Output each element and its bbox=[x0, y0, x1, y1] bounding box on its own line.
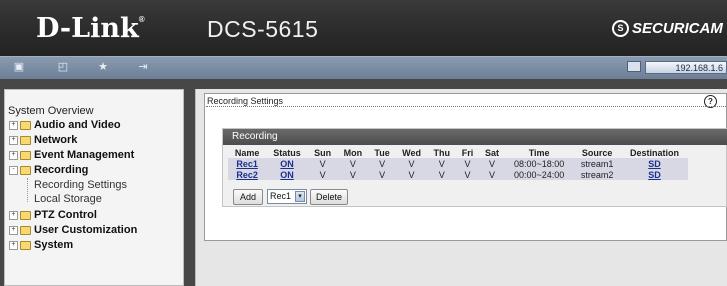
column-header: Destination bbox=[629, 148, 679, 158]
camera-icon[interactable]: ▣ bbox=[12, 61, 26, 73]
table-header-row: Name Status Sun Mon Tue Wed Thu Fri Sat … bbox=[228, 148, 688, 158]
recording-status-link[interactable]: ON bbox=[266, 169, 308, 180]
sidebar: System Overview + Audio and Video + Networ… bbox=[4, 89, 184, 286]
recording-box-title: Recording bbox=[232, 131, 278, 142]
table-cell: V bbox=[395, 169, 428, 180]
sidebar-item-network[interactable]: + Network bbox=[9, 134, 77, 146]
expand-icon[interactable]: + bbox=[9, 135, 18, 145]
table-cell: V bbox=[337, 158, 369, 169]
sidebar-item-ptz-control[interactable]: + PTZ Control bbox=[9, 209, 97, 221]
folder-icon bbox=[20, 120, 31, 130]
favorite-icon[interactable]: ★ bbox=[96, 61, 110, 73]
sidebar-item-user-customization[interactable]: + User Customization bbox=[9, 224, 137, 236]
expand-icon[interactable]: + bbox=[9, 150, 18, 160]
logout-icon[interactable]: ⇥ bbox=[136, 61, 150, 73]
column-header: Sun bbox=[314, 148, 332, 158]
table-cell: V bbox=[479, 158, 505, 169]
recording-box-header bbox=[223, 129, 727, 145]
recording-destination-link[interactable]: SD bbox=[620, 158, 688, 169]
add-button[interactable]: Add bbox=[233, 189, 263, 205]
collapse-icon[interactable]: - bbox=[9, 165, 18, 175]
sidebar-item-recording[interactable]: - Recording bbox=[9, 164, 88, 176]
folder-icon bbox=[20, 210, 31, 220]
column-header: Sat bbox=[484, 148, 499, 158]
column-header: Name bbox=[234, 148, 260, 158]
recording-select[interactable]: Rec1 ▾ bbox=[267, 189, 307, 204]
delete-button[interactable]: Delete bbox=[310, 189, 348, 205]
app-header: D-Link® DCS-5615 S SECURICAM bbox=[0, 0, 727, 56]
table-cell: V bbox=[427, 169, 457, 180]
table-cell: V bbox=[307, 158, 338, 169]
recording-status-link[interactable]: ON bbox=[266, 158, 308, 169]
securicam-logo: S SECURICAM bbox=[612, 20, 723, 37]
expand-icon[interactable]: + bbox=[9, 120, 18, 130]
table-cell: 08:00~18:00 bbox=[504, 158, 574, 169]
folder-icon bbox=[20, 135, 31, 145]
tree-connector bbox=[27, 178, 29, 202]
column-header: Time bbox=[528, 148, 550, 158]
table-cell: V bbox=[368, 158, 396, 169]
column-header: Status bbox=[273, 148, 301, 158]
recording-destination-link[interactable]: SD bbox=[620, 169, 688, 180]
recording-name-link[interactable]: Rec1 bbox=[228, 158, 267, 169]
sidebar-system-overview[interactable]: System Overview bbox=[8, 105, 94, 117]
sidebar-item-system[interactable]: + System bbox=[9, 239, 73, 251]
sidebar-item-audio-video[interactable]: + Audio and Video bbox=[9, 119, 121, 131]
chevron-down-icon[interactable]: ▾ bbox=[295, 191, 305, 202]
camera-model: DCS-5615 bbox=[207, 16, 319, 42]
open-folder-icon bbox=[20, 165, 31, 175]
table-cell: stream1 bbox=[573, 158, 621, 169]
column-header: Mon bbox=[343, 148, 363, 158]
playback-icon[interactable]: ◰ bbox=[56, 61, 70, 73]
table-cell: V bbox=[395, 158, 428, 169]
recording-table: Name Status Sun Mon Tue Wed Thu Fri Sat … bbox=[228, 148, 688, 180]
table-cell: V bbox=[456, 158, 480, 169]
folder-icon bbox=[20, 225, 31, 235]
expand-icon[interactable]: + bbox=[9, 240, 18, 250]
table-cell: 00:00~24:00 bbox=[504, 169, 574, 180]
expand-icon[interactable]: + bbox=[9, 225, 18, 235]
table-cell: stream2 bbox=[573, 169, 621, 180]
title-divider bbox=[206, 106, 726, 108]
column-header: Source bbox=[581, 148, 613, 158]
column-header: Thu bbox=[433, 148, 450, 158]
column-header: Wed bbox=[402, 148, 421, 158]
folder-icon bbox=[20, 150, 31, 160]
expand-icon[interactable]: + bbox=[9, 210, 18, 220]
sidebar-item-event-management[interactable]: + Event Management bbox=[9, 149, 134, 161]
sidebar-item-recording-settings[interactable]: Recording Settings bbox=[34, 179, 127, 191]
recording-name-link[interactable]: Rec2 bbox=[228, 169, 267, 180]
sidebar-item-local-storage[interactable]: Local Storage bbox=[34, 193, 102, 205]
table-row: Rec2 ON V V V V V V V 00:00~24:00 stream… bbox=[228, 169, 688, 180]
table-cell: V bbox=[368, 169, 396, 180]
panel-title: Recording Settings bbox=[207, 96, 284, 106]
table-cell: V bbox=[427, 158, 457, 169]
toolbar: ▣ ◰ ★ ⇥ 192.168.1.6 bbox=[0, 56, 727, 79]
ip-address: 192.168.1.6 bbox=[645, 61, 727, 74]
monitor-icon bbox=[627, 61, 641, 72]
column-header: Fri bbox=[461, 148, 474, 158]
table-row: Rec1 ON V V V V V V V 08:00~18:00 stream… bbox=[228, 158, 688, 169]
folder-icon bbox=[20, 240, 31, 250]
table-cell: V bbox=[307, 169, 338, 180]
dlink-logo: D-Link® bbox=[36, 13, 145, 44]
column-header: Tue bbox=[374, 148, 390, 158]
table-cell: V bbox=[456, 169, 480, 180]
table-cell: V bbox=[479, 169, 505, 180]
table-cell: V bbox=[337, 169, 369, 180]
